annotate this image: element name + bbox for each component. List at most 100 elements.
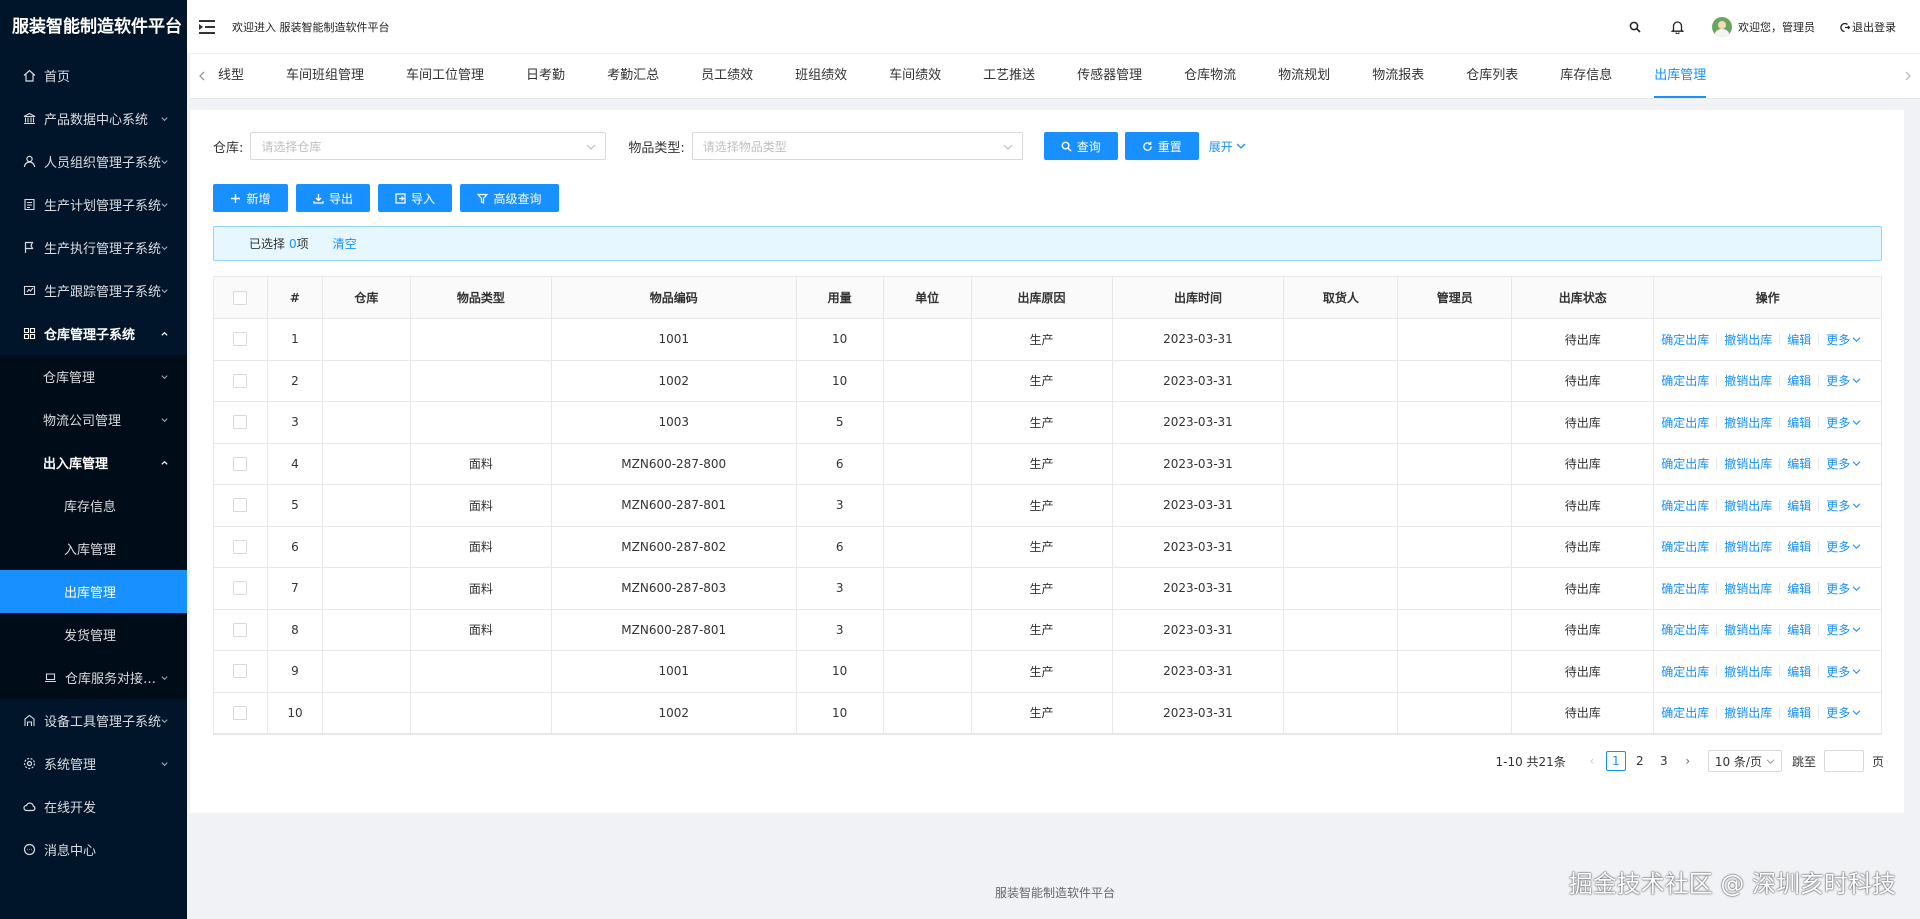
warehouse-sub-2[interactable]: 出入库管理 [0, 441, 187, 484]
page-number[interactable]: 2 [1630, 751, 1650, 771]
row-checkbox[interactable] [233, 498, 248, 513]
cancel-outbound-link[interactable]: 撤销出库 [1724, 663, 1772, 680]
edit-link[interactable]: 编辑 [1787, 538, 1811, 555]
more-dropdown[interactable]: 更多 [1826, 331, 1861, 348]
advanced-query-button[interactable]: 高级查询 [460, 184, 559, 212]
more-dropdown[interactable]: 更多 [1826, 538, 1861, 555]
tab-0[interactable]: 线型 [214, 54, 265, 98]
tab-2[interactable]: 车间工位管理 [385, 54, 505, 98]
confirm-outbound-link[interactable]: 确定出库 [1661, 331, 1709, 348]
sidebar-item-10[interactable]: 消息中心 [0, 828, 187, 871]
tab-3[interactable]: 日考勤 [505, 54, 586, 98]
edit-link[interactable]: 编辑 [1787, 663, 1811, 680]
page-number[interactable]: 3 [1654, 751, 1674, 771]
edit-link[interactable]: 编辑 [1787, 455, 1811, 472]
tab-7[interactable]: 车间绩效 [868, 54, 962, 98]
cancel-outbound-link[interactable]: 撤销出库 [1724, 580, 1772, 597]
cancel-outbound-link[interactable]: 撤销出库 [1724, 414, 1772, 431]
expand-link[interactable]: 展开 [1209, 138, 1246, 155]
clear-selection-link[interactable]: 清空 [333, 235, 357, 252]
search-icon[interactable] [1628, 20, 1642, 34]
tab-4[interactable]: 考勤汇总 [586, 54, 680, 98]
edit-link[interactable]: 编辑 [1787, 372, 1811, 389]
row-checkbox[interactable] [233, 581, 248, 596]
edit-link[interactable]: 编辑 [1787, 414, 1811, 431]
row-checkbox[interactable] [233, 332, 248, 347]
confirm-outbound-link[interactable]: 确定出库 [1661, 414, 1709, 431]
sidebar-item-3[interactable]: 生产计划管理子系统 [0, 183, 187, 226]
tab-5[interactable]: 员工绩效 [680, 54, 774, 98]
sidebar-item-4[interactable]: 生产执行管理子系统 [0, 226, 187, 269]
tab-14[interactable]: 库存信息 [1539, 54, 1633, 98]
more-dropdown[interactable]: 更多 [1826, 455, 1861, 472]
edit-link[interactable]: 编辑 [1787, 580, 1811, 597]
sidebar-item-1[interactable]: 产品数据中心系统 [0, 97, 187, 140]
prev-page-icon[interactable]: ‹ [1585, 754, 1599, 768]
query-button[interactable]: 查询 [1043, 132, 1118, 160]
edit-link[interactable]: 编辑 [1787, 621, 1811, 638]
warehouse-select[interactable]: 请选择仓库 [250, 132, 607, 160]
tab-9[interactable]: 传感器管理 [1056, 54, 1163, 98]
confirm-outbound-link[interactable]: 确定出库 [1661, 455, 1709, 472]
user-greeting[interactable]: 欢迎您，管理员 [1738, 19, 1815, 35]
edit-link[interactable]: 编辑 [1787, 331, 1811, 348]
row-checkbox[interactable] [233, 539, 248, 554]
import-button[interactable]: 导入 [378, 184, 452, 212]
bell-icon[interactable] [1670, 20, 1684, 34]
more-dropdown[interactable]: 更多 [1826, 621, 1861, 638]
next-page-icon[interactable]: › [1681, 754, 1695, 768]
jump-input[interactable] [1823, 750, 1864, 772]
tab-10[interactable]: 仓库物流 [1163, 54, 1257, 98]
add-button[interactable]: 新增 [213, 184, 288, 212]
menu-fold-icon[interactable] [196, 16, 218, 38]
row-checkbox[interactable] [233, 456, 248, 471]
more-dropdown[interactable]: 更多 [1826, 414, 1861, 431]
inout-sub-1[interactable]: 入库管理 [0, 527, 187, 570]
confirm-outbound-link[interactable]: 确定出库 [1661, 538, 1709, 555]
sidebar-item-8[interactable]: 系统管理 [0, 742, 187, 785]
row-checkbox[interactable] [233, 664, 248, 679]
tab-1[interactable]: 车间班组管理 [265, 54, 385, 98]
logout-button[interactable]: 退出登录 [1839, 19, 1896, 35]
tabs-next-icon[interactable] [1896, 54, 1920, 98]
cancel-outbound-link[interactable]: 撤销出库 [1724, 621, 1772, 638]
more-dropdown[interactable]: 更多 [1826, 704, 1861, 721]
inout-sub-2[interactable]: 出库管理 [0, 570, 187, 613]
inout-sub-3[interactable]: 发货管理 [0, 613, 187, 656]
page-size-select[interactable]: 10 条/页 [1707, 750, 1782, 772]
confirm-outbound-link[interactable]: 确定出库 [1661, 497, 1709, 514]
tab-13[interactable]: 仓库列表 [1445, 54, 1539, 98]
edit-link[interactable]: 编辑 [1787, 704, 1811, 721]
row-checkbox[interactable] [233, 705, 248, 720]
cancel-outbound-link[interactable]: 撤销出库 [1724, 331, 1772, 348]
cancel-outbound-link[interactable]: 撤销出库 [1724, 372, 1772, 389]
tab-6[interactable]: 班组绩效 [774, 54, 868, 98]
more-dropdown[interactable]: 更多 [1826, 580, 1861, 597]
warehouse-sub-1[interactable]: 物流公司管理 [0, 398, 187, 441]
confirm-outbound-link[interactable]: 确定出库 [1661, 621, 1709, 638]
page-number[interactable]: 1 [1605, 751, 1626, 771]
tabs-prev-icon[interactable] [190, 54, 214, 98]
more-dropdown[interactable]: 更多 [1826, 663, 1861, 680]
select-all-checkbox[interactable] [233, 290, 248, 305]
edit-link[interactable]: 编辑 [1787, 497, 1811, 514]
cancel-outbound-link[interactable]: 撤销出库 [1724, 455, 1772, 472]
avatar[interactable] [1712, 17, 1732, 37]
confirm-outbound-link[interactable]: 确定出库 [1661, 704, 1709, 721]
cancel-outbound-link[interactable]: 撤销出库 [1724, 538, 1772, 555]
warehouse-sub-0[interactable]: 仓库管理 [0, 355, 187, 398]
sidebar-item-2[interactable]: 人员组织管理子系统 [0, 140, 187, 183]
tab-11[interactable]: 物流规划 [1257, 54, 1351, 98]
warehouse-sub-3[interactable]: 仓库服务对接… [0, 656, 187, 699]
more-dropdown[interactable]: 更多 [1826, 372, 1861, 389]
tab-12[interactable]: 物流报表 [1351, 54, 1445, 98]
export-button[interactable]: 导出 [296, 184, 370, 212]
sidebar-item-6[interactable]: 仓库管理子系统 [0, 312, 187, 355]
confirm-outbound-link[interactable]: 确定出库 [1661, 663, 1709, 680]
tab-8[interactable]: 工艺推送 [962, 54, 1056, 98]
confirm-outbound-link[interactable]: 确定出库 [1661, 372, 1709, 389]
row-checkbox[interactable] [233, 622, 248, 637]
sidebar-item-9[interactable]: 在线开发 [0, 785, 187, 828]
sidebar-item-0[interactable]: 首页 [0, 54, 187, 97]
row-checkbox[interactable] [233, 415, 248, 430]
